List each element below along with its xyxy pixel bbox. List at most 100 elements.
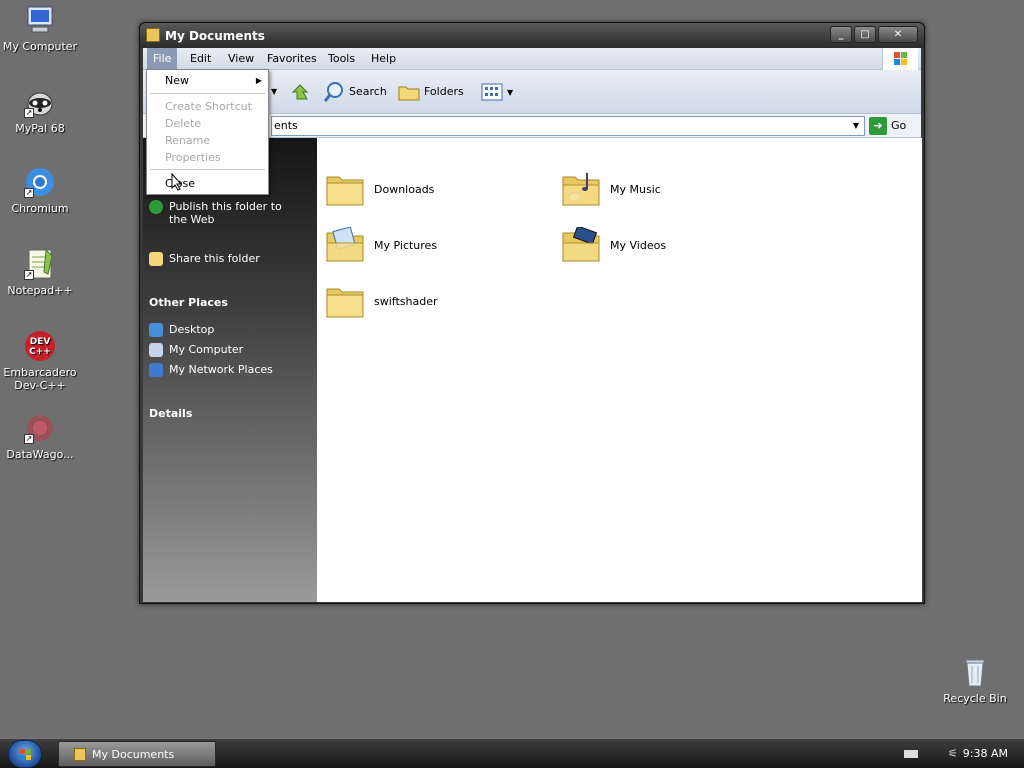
folder-view: Downloads My Music My Pictures My Videos… <box>317 138 922 602</box>
minimize-button[interactable]: _ <box>830 26 852 43</box>
mouse-cursor-icon <box>171 173 183 191</box>
window-title: My Documents <box>165 29 265 43</box>
up-arrow-icon <box>289 81 311 103</box>
folder-name: Downloads <box>374 183 435 196</box>
desktop-icon-datawagon[interactable]: ↗ DataWago... <box>0 412 80 461</box>
folder-name: My Music <box>610 183 661 196</box>
folders-icon <box>398 81 420 103</box>
shortcut-arrow-icon: ↗ <box>24 434 34 444</box>
folder-my-videos[interactable]: My Videos <box>561 223 761 271</box>
folder-name: My Videos <box>610 239 667 252</box>
folder-my-music[interactable]: My Music <box>561 167 761 215</box>
share-folder-icon <box>149 252 163 266</box>
file-menu-new-label: New <box>165 74 189 87</box>
clock[interactable]: 9:38 AM <box>963 747 1008 760</box>
views-dropdown-icon: ▼ <box>507 88 514 97</box>
maximize-button[interactable]: □ <box>854 26 876 43</box>
desktop-icon-label: My Computer <box>2 40 78 53</box>
other-places-my-computer[interactable]: My Computer <box>149 343 243 357</box>
file-menu-delete: Delete <box>165 117 202 130</box>
search-icon <box>323 81 345 103</box>
my-computer-label: My Computer <box>169 343 244 356</box>
desktop-icon-label: DataWago... <box>6 448 74 461</box>
menu-help[interactable]: Help <box>365 48 402 70</box>
network-places-icon <box>149 363 163 377</box>
address-input[interactable]: ents ▼ <box>271 116 865 136</box>
keyboard-icon[interactable] <box>904 750 918 758</box>
network-tray-icon[interactable]: ⚟ <box>948 747 962 760</box>
address-dropdown-icon[interactable]: ▼ <box>848 117 864 135</box>
folder-icon <box>326 288 364 318</box>
menu-separator <box>150 169 265 170</box>
folder-icon <box>326 176 364 206</box>
other-places-desktop[interactable]: Desktop <box>149 323 214 337</box>
desktop-icon <box>149 323 163 337</box>
desktop-icon-notepadpp[interactable]: ↗ Notepad++ <box>0 248 80 297</box>
desktop-icon-label: Chromium <box>11 202 69 215</box>
submenu-arrow-icon: ▶ <box>255 76 262 85</box>
go-button[interactable]: ➜ Go <box>869 116 906 136</box>
music-folder-icon <box>562 173 600 206</box>
publish-label: Publish this folder to the Web <box>169 200 282 226</box>
file-menu-dropdown: New ▶ Create Shortcut Delete Rename Prop… <box>146 69 269 195</box>
desktop-icon-devcpp[interactable]: DEV C++ Embarcadero Dev-C++ <box>0 330 80 392</box>
desktop-label: Desktop <box>169 323 215 336</box>
desktop-icon-label: Embarcadero Dev-C++ <box>3 366 77 392</box>
svg-text:DEV: DEV <box>30 337 51 347</box>
folder-swiftshader[interactable]: swiftshader <box>325 279 525 327</box>
menu-edit[interactable]: Edit <box>184 48 217 70</box>
close-button[interactable]: ✕ <box>878 26 918 43</box>
start-button[interactable] <box>8 740 42 768</box>
file-menu-close[interactable]: Close <box>147 175 268 192</box>
desktop-icon-my-computer[interactable]: My Computer <box>0 4 80 53</box>
folder-name: My Pictures <box>374 239 438 252</box>
folder-icon <box>74 748 86 761</box>
menu-bar: File Edit View Favorites Tools Help <box>143 48 921 70</box>
folder-name: swiftshader <box>374 295 438 308</box>
folder-icon <box>146 28 160 42</box>
publish-folder-link[interactable]: Publish this folder to the Web <box>149 200 309 226</box>
views-icon <box>481 81 503 103</box>
shortcut-arrow-icon: ↗ <box>24 108 34 118</box>
taskbar-button-my-documents[interactable]: My Documents <box>58 741 216 767</box>
file-menu-new[interactable]: New ▶ <box>147 72 268 89</box>
share-folder-link[interactable]: Share this folder <box>149 252 260 266</box>
folder-downloads[interactable]: Downloads <box>325 167 525 215</box>
notepadpp-icon: ↗ <box>24 248 56 280</box>
other-places-network[interactable]: My Network Places <box>149 363 273 377</box>
globe-icon <box>149 200 163 214</box>
desktop-icon-chromium[interactable]: ↗ Chromium <box>0 166 80 215</box>
address-value: ents <box>274 119 298 132</box>
desktop-icon-mypal[interactable]: ↗ MyPal 68 <box>0 86 80 135</box>
menu-file[interactable]: File <box>147 48 178 70</box>
windows-logo-icon <box>20 749 31 760</box>
folder-my-pictures[interactable]: My Pictures <box>325 223 525 271</box>
devcpp-icon: DEV C++ <box>24 330 56 362</box>
folders-button[interactable]: Folders <box>398 80 464 104</box>
forward-dropdown-icon[interactable]: ▼ <box>271 80 277 104</box>
title-bar[interactable]: My Documents _ □ ✕ <box>140 23 924 48</box>
menu-tools[interactable]: Tools <box>322 48 361 70</box>
taskbar: My Documents ⚟ 9:38 AM <box>0 738 1024 768</box>
details-heading[interactable]: Details <box>149 407 192 420</box>
go-label: Go <box>891 119 907 132</box>
shortcut-arrow-icon: ↗ <box>24 270 34 280</box>
other-places-heading: Other Places <box>149 296 228 309</box>
menu-view[interactable]: View <box>222 48 260 70</box>
up-folder-button[interactable] <box>289 80 315 104</box>
desktop-icon-label: Recycle Bin <box>943 692 1007 705</box>
datawagon-icon: ↗ <box>24 412 56 444</box>
views-button[interactable]: ▼ <box>481 80 513 104</box>
file-menu-create-shortcut: Create Shortcut <box>165 100 252 113</box>
chromium-icon: ↗ <box>24 166 56 198</box>
taskbar-button-label: My Documents <box>92 748 175 761</box>
recycle-bin-icon <box>959 656 991 688</box>
menu-favorites[interactable]: Favorites <box>261 48 323 70</box>
videos-folder-icon <box>562 227 600 262</box>
windows-logo-icon <box>882 48 918 70</box>
pictures-folder-icon <box>326 227 364 262</box>
desktop-icon-recycle-bin[interactable]: Recycle Bin <box>935 656 1015 705</box>
folders-label: Folders <box>424 85 464 98</box>
search-button[interactable]: Search <box>323 80 387 104</box>
my-computer-icon <box>149 343 163 357</box>
